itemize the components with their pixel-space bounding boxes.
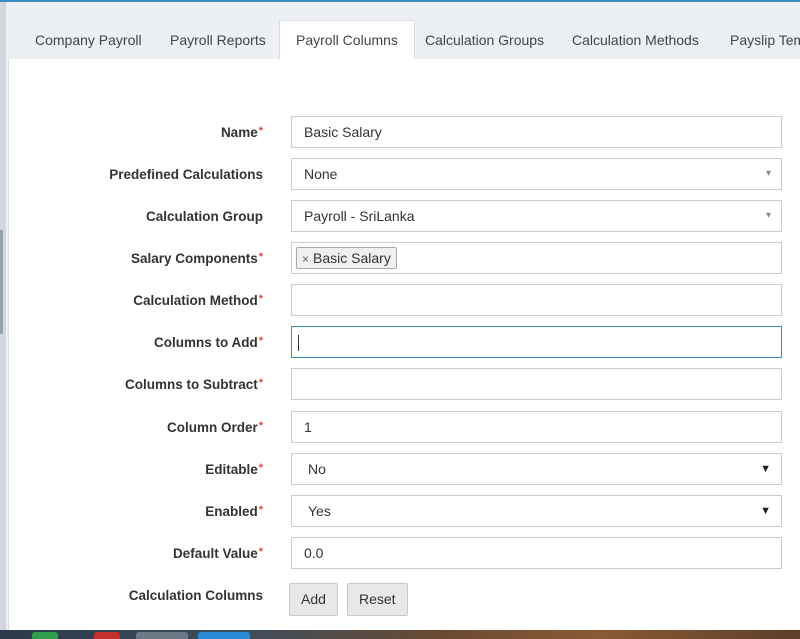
columns-to-subtract-label-text: Columns to Subtract	[124, 377, 258, 392]
required-mark: *	[258, 335, 263, 347]
required-mark: *	[258, 377, 263, 389]
columns-to-subtract-label: Columns to Subtract*	[9, 368, 263, 402]
default-value-label-text: Default Value	[172, 546, 258, 561]
name-input[interactable]: Basic Salary	[291, 116, 782, 148]
tab-payroll-columns[interactable]: Payroll Columns	[279, 20, 415, 60]
predefined-calculations-value: None	[304, 166, 338, 182]
required-mark: *	[258, 293, 263, 305]
caret-down-icon: ▼	[760, 505, 771, 517]
row-default-value: Default Value* 0.0	[9, 537, 800, 571]
required-mark: *	[258, 504, 263, 516]
calculation-group-label: Calculation Group	[9, 200, 263, 234]
add-button[interactable]: Add	[289, 583, 338, 616]
name-label-text: Name	[220, 125, 258, 140]
salary-component-chip-label: Basic Salary	[313, 250, 391, 266]
column-order-label-text: Column Order	[166, 420, 258, 435]
columns-to-add-input[interactable]	[291, 326, 782, 358]
chevron-down-icon: ▾	[765, 168, 771, 179]
taskbar-app-icon[interactable]	[198, 632, 250, 639]
calculation-method-input[interactable]	[291, 284, 782, 316]
tab-payslip-templates[interactable]: Payslip Tem	[714, 20, 800, 60]
row-enabled: Enabled* Yes ▼	[9, 495, 800, 529]
row-name: Name* Basic Salary	[9, 116, 800, 150]
taskbar-app-icon[interactable]	[94, 632, 120, 639]
tab-calculation-groups[interactable]: Calculation Groups	[409, 20, 560, 60]
enabled-select[interactable]: Yes ▼	[291, 495, 782, 527]
row-editable: Editable* No ▼	[9, 453, 800, 487]
scrollbar-thumb[interactable]	[0, 230, 3, 334]
os-taskbar	[0, 630, 800, 639]
row-predefined-calculations: Predefined Calculations None ▾	[9, 158, 800, 192]
row-calculation-method: Calculation Method*	[9, 284, 800, 318]
close-icon[interactable]: ×	[302, 252, 309, 266]
enabled-value: Yes	[308, 503, 331, 519]
calculation-columns-label: Calculation Columns	[9, 579, 263, 613]
form-panel: Name* Basic Salary Predefined Calculatio…	[8, 59, 800, 630]
taskbar-app-icon[interactable]	[32, 632, 58, 639]
required-mark: *	[258, 125, 263, 137]
calculation-columns-label-text: Calculation Columns	[128, 588, 263, 603]
row-calculation-group: Calculation Group Payroll - SriLanka ▾	[9, 200, 800, 234]
text-cursor	[298, 335, 299, 352]
reset-button[interactable]: Reset	[347, 583, 408, 616]
chevron-down-icon: ▾	[765, 210, 771, 221]
editable-label-text: Editable	[205, 462, 258, 477]
editable-value: No	[308, 461, 326, 477]
predefined-calculations-select[interactable]: None ▾	[291, 158, 782, 190]
predefined-calculations-label-text: Predefined Calculations	[109, 167, 263, 182]
calculation-group-value: Payroll - SriLanka	[304, 208, 415, 224]
row-salary-components: Salary Components* × Basic Salary	[9, 242, 800, 276]
salary-components-label-text: Salary Components	[130, 251, 258, 266]
salary-component-chip: × Basic Salary	[296, 247, 397, 269]
required-mark: *	[258, 420, 263, 432]
row-column-order: Column Order* 1	[9, 411, 800, 445]
row-calculation-columns: Calculation Columns Add Reset	[9, 579, 800, 616]
required-mark: *	[258, 546, 263, 558]
columns-to-add-label: Columns to Add*	[9, 326, 263, 360]
name-label: Name*	[9, 116, 263, 150]
enabled-label: Enabled*	[9, 495, 263, 529]
calculation-group-select[interactable]: Payroll - SriLanka ▾	[291, 200, 782, 232]
default-value-input[interactable]: 0.0	[291, 537, 782, 569]
default-value-label: Default Value*	[9, 537, 263, 571]
editable-label: Editable*	[9, 453, 263, 487]
required-mark: *	[258, 462, 263, 474]
columns-to-subtract-input[interactable]	[291, 368, 782, 400]
enabled-label-text: Enabled	[205, 504, 258, 519]
required-mark: *	[258, 251, 263, 263]
salary-components-multiselect[interactable]: × Basic Salary	[291, 242, 782, 274]
left-scrollbar[interactable]	[0, 2, 6, 630]
taskbar-app-icon[interactable]	[136, 632, 188, 639]
editable-select[interactable]: No ▼	[291, 453, 782, 485]
tab-calculation-methods[interactable]: Calculation Methods	[556, 20, 715, 60]
calculation-group-label-text: Calculation Group	[145, 209, 263, 224]
caret-down-icon: ▼	[760, 463, 771, 475]
calculation-method-label: Calculation Method*	[9, 284, 263, 318]
predefined-calculations-label: Predefined Calculations	[9, 158, 263, 192]
salary-components-label: Salary Components*	[9, 242, 263, 276]
tab-company-payroll[interactable]: Company Payroll	[19, 20, 158, 60]
calculation-method-label-text: Calculation Method	[133, 293, 258, 308]
row-columns-to-add: Columns to Add*	[9, 326, 800, 360]
column-order-input[interactable]: 1	[291, 411, 782, 443]
tab-bar: Company Payroll Payroll Reports Payroll …	[8, 2, 800, 60]
column-order-label: Column Order*	[9, 411, 263, 445]
columns-to-add-label-text: Columns to Add	[153, 335, 258, 350]
tab-payroll-reports[interactable]: Payroll Reports	[154, 20, 282, 60]
row-columns-to-subtract: Columns to Subtract*	[9, 368, 800, 402]
